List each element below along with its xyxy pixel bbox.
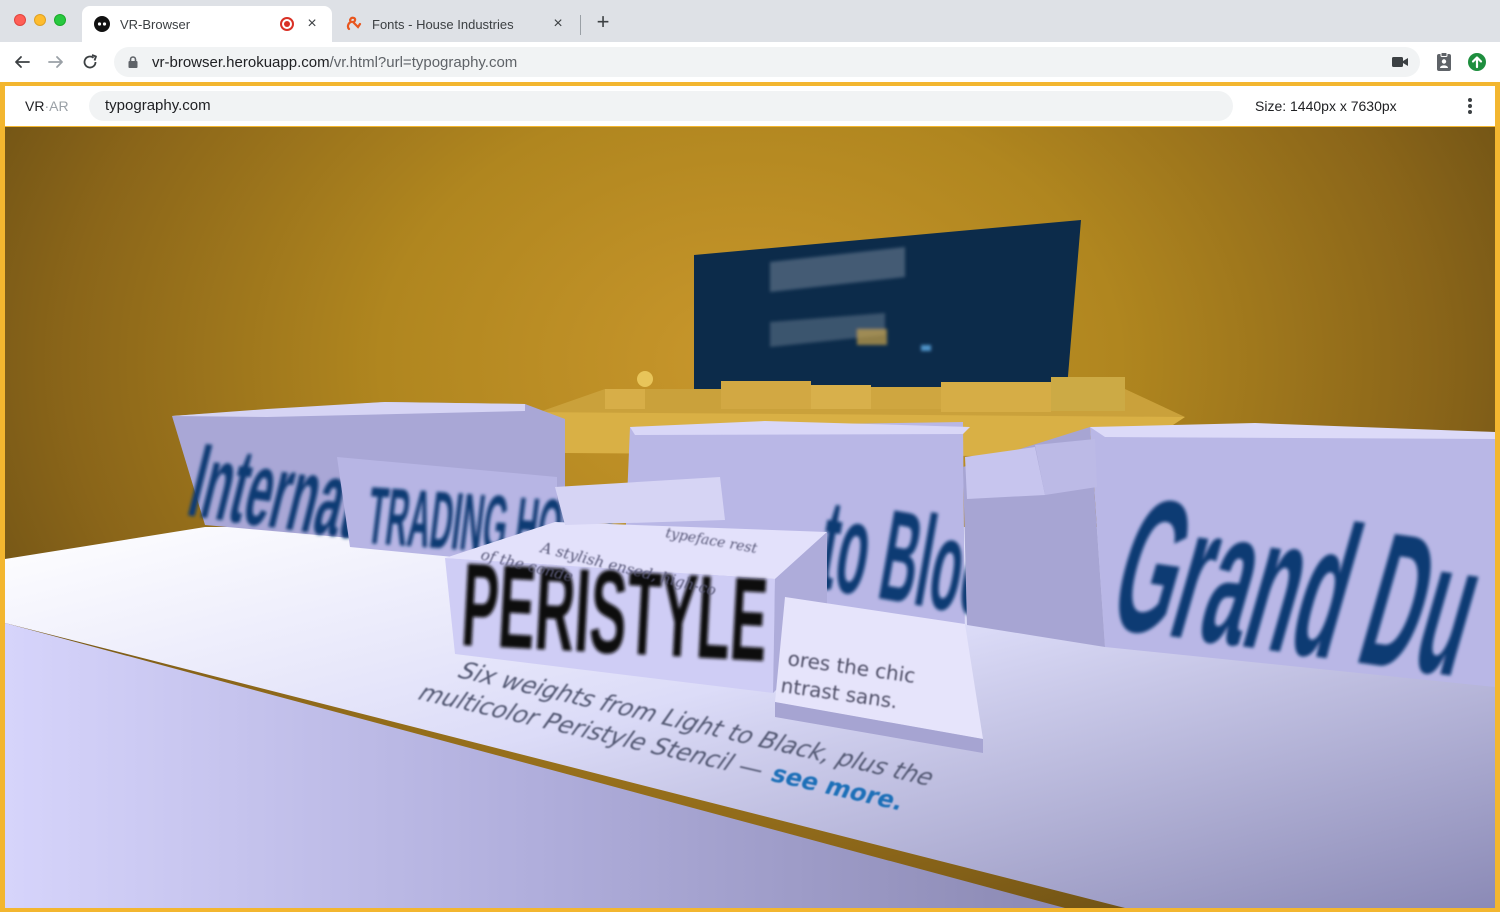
more-options-icon[interactable] <box>1463 96 1477 116</box>
reload-button[interactable] <box>78 50 102 74</box>
tab-house-industries[interactable]: Fonts - House Industries × <box>334 6 578 42</box>
close-window-button[interactable] <box>14 14 26 26</box>
brand-vr-label[interactable]: VR <box>25 98 44 114</box>
brand-ar-label[interactable]: AR <box>49 98 68 114</box>
tab-strip: VR-Browser × Fonts - House Industries × … <box>0 0 1500 42</box>
close-tab-icon[interactable]: × <box>302 14 322 34</box>
vr-url-input[interactable]: typography.com <box>89 91 1233 121</box>
close-tab-icon[interactable]: × <box>548 14 568 34</box>
recording-indicator-icon <box>280 17 294 31</box>
lock-icon <box>128 56 138 68</box>
vr-app-bar: VR·AR typography.com Size: 1440px x 7630… <box>5 86 1495 126</box>
page-size-readout: Size: 1440px x 7630px <box>1255 98 1397 114</box>
url-path: /vr.html?url=typography.com <box>329 53 518 71</box>
page-viewport: VR·AR typography.com Size: 1440px x 7630… <box>0 82 1500 912</box>
clipboard-extension-icon[interactable] <box>1433 51 1455 73</box>
vr-ar-toggle[interactable]: VR·AR <box>25 98 69 114</box>
tab-title: Fonts - House Industries <box>372 16 514 32</box>
house-industries-favicon-icon <box>346 16 362 31</box>
minimize-window-button[interactable] <box>34 14 46 26</box>
tab-title: VR-Browser <box>120 16 191 32</box>
zoom-window-button[interactable] <box>54 14 66 26</box>
new-tab-button[interactable]: + <box>592 11 614 34</box>
vr-browser-favicon-icon <box>94 16 110 32</box>
update-available-icon[interactable] <box>1466 51 1488 73</box>
url-host: vr-browser.herokuapp.com <box>152 53 330 71</box>
browser-toolbar: vr-browser.herokuapp.com/vr.html?url=typ… <box>0 42 1500 82</box>
camera-in-use-icon[interactable] <box>1392 55 1408 69</box>
arrow-left-icon <box>15 56 30 68</box>
tab-separator <box>580 15 581 35</box>
arrow-right-icon <box>48 56 63 68</box>
vr-scene-canvas[interactable]: International TRADING HOUSE to Block Gra… <box>5 127 1495 908</box>
forward-button[interactable] <box>44 50 68 74</box>
address-url: vr-browser.herokuapp.com/vr.html?url=typ… <box>152 54 517 71</box>
reload-icon <box>83 54 97 69</box>
back-button[interactable] <box>10 50 34 74</box>
tab-vr-browser[interactable]: VR-Browser × <box>82 6 332 42</box>
vr-scene-render: International TRADING HOUSE to Block Gra… <box>5 220 1495 908</box>
address-bar[interactable]: vr-browser.herokuapp.com/vr.html?url=typ… <box>114 47 1420 77</box>
